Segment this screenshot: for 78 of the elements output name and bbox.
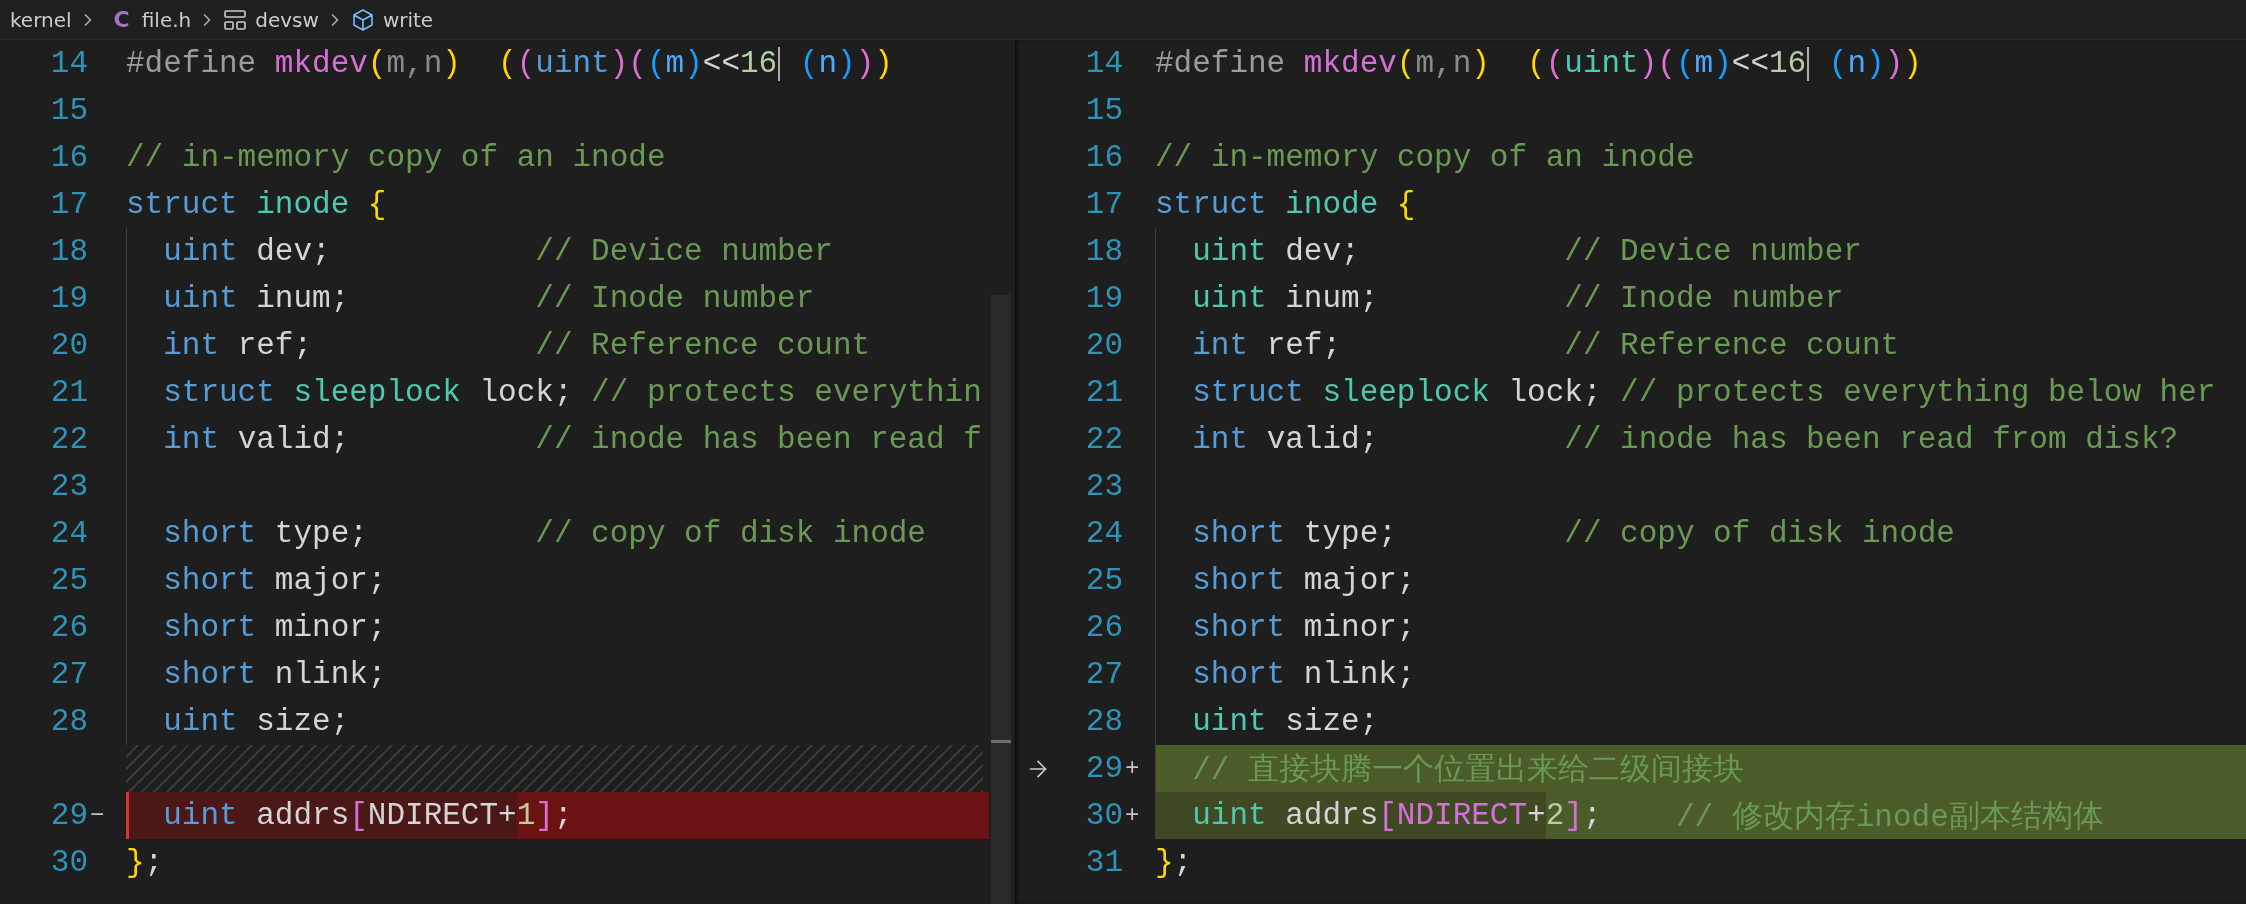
line-number: 19 xyxy=(49,281,88,316)
code-line: short nlink; xyxy=(126,651,989,698)
code-line: uint size; xyxy=(126,698,989,745)
line-number: 14 xyxy=(49,46,88,81)
line-number: 26 xyxy=(49,610,88,645)
line-number: 25 xyxy=(1084,563,1123,598)
code-line: short major; xyxy=(126,557,989,604)
code-line: int valid; // inode has been read from disk? xyxy=(1155,416,2246,463)
code-line: // in-memory copy of an inode xyxy=(126,139,667,177)
code-line: short minor; xyxy=(1155,604,2246,651)
code-line: int ref; // Reference count xyxy=(126,322,989,369)
line-number: 16 xyxy=(1084,140,1123,175)
code-line: // in-memory copy of an inode xyxy=(1155,139,1696,177)
line-number: 20 xyxy=(1084,328,1123,363)
line-number: 25 xyxy=(49,563,88,598)
breadcrumb-item[interactable]: file.h xyxy=(141,7,192,32)
line-number: 22 xyxy=(1084,422,1123,457)
line-number: 27 xyxy=(1084,657,1123,692)
line-number: 21 xyxy=(49,375,88,410)
code-line: uint inum; // Inode number xyxy=(126,275,989,322)
line-number: 17 xyxy=(49,187,88,222)
code-line: int valid; // inode has been read f xyxy=(126,416,989,463)
code-line: uint size; xyxy=(1155,698,2246,745)
line-number: 18 xyxy=(1084,234,1123,269)
struct-icon xyxy=(223,8,248,31)
code-line: #define mkdev(m,n) ((uint)((m)<<16 (n))) xyxy=(126,45,894,83)
line-number: 26 xyxy=(1084,610,1123,645)
code-line: int ref; // Reference count xyxy=(1155,322,2246,369)
c-file-icon: C xyxy=(103,7,134,32)
diff-marker: + xyxy=(1124,802,1141,829)
line-number: 23 xyxy=(1084,469,1123,504)
text-cursor xyxy=(1807,46,1810,81)
code-line: short type; // copy of disk inode xyxy=(126,510,989,557)
breadcrumb-item[interactable]: kernel xyxy=(10,7,72,32)
scrollbar-marker xyxy=(991,740,1011,743)
breadcrumb-item[interactable]: write xyxy=(382,7,434,32)
code-line: }; xyxy=(126,844,165,882)
line-number: 14 xyxy=(1084,46,1123,81)
line-number: 19 xyxy=(1084,281,1123,316)
code-line: // 直接块腾一个位置出来给二级间接块 xyxy=(1155,745,2246,792)
line-number: 24 xyxy=(1084,516,1123,551)
code-line: short minor; xyxy=(126,604,989,651)
line-number: 22 xyxy=(49,422,88,457)
code-line: #define mkdev(m,n) ((uint)((m)<<16 (n))) xyxy=(1155,45,1923,83)
line-number: 15 xyxy=(49,93,88,128)
line-number: 17 xyxy=(1084,187,1123,222)
line-number: 30 xyxy=(1084,798,1123,833)
code-line: uint dev; // Device number xyxy=(126,228,989,275)
cube-icon xyxy=(350,7,375,32)
line-number: 21 xyxy=(1084,375,1123,410)
code-line: }; xyxy=(1155,844,1194,882)
code-line: uint inum; // Inode number xyxy=(1155,275,2246,322)
line-number: 31 xyxy=(1084,845,1123,880)
line-number: 30 xyxy=(49,845,88,880)
code-line: struct inode { xyxy=(1155,186,1417,224)
line-number: 27 xyxy=(49,657,88,692)
diff-marker: − xyxy=(89,802,106,829)
code-line: short major; xyxy=(1155,557,2246,604)
diff-marker: + xyxy=(1124,755,1141,782)
scrollbar[interactable] xyxy=(991,295,1011,904)
line-number: 18 xyxy=(49,234,88,269)
line-number: 29 xyxy=(49,798,88,833)
line-number: 23 xyxy=(49,469,88,504)
line-number: 16 xyxy=(49,140,88,175)
code-line: struct sleeplock lock; // protects everythin xyxy=(126,369,989,416)
line-number: 29 xyxy=(1084,751,1123,786)
line-number: 15 xyxy=(1084,93,1123,128)
line-number: 28 xyxy=(1084,704,1123,739)
line-number: 24 xyxy=(49,516,88,551)
code-line: short type; // copy of disk inode xyxy=(1155,510,2246,557)
code-line: struct sleeplock lock; // protects everything below her xyxy=(1155,369,2246,416)
code-line: short nlink; xyxy=(1155,651,2246,698)
line-number: 28 xyxy=(49,704,88,739)
code-line: uint dev; // Device number xyxy=(1155,228,2246,275)
code-line: struct inode { xyxy=(126,186,388,224)
breadcrumb-item[interactable]: devsw xyxy=(255,7,319,32)
text-cursor xyxy=(778,46,781,81)
line-number: 20 xyxy=(49,328,88,363)
